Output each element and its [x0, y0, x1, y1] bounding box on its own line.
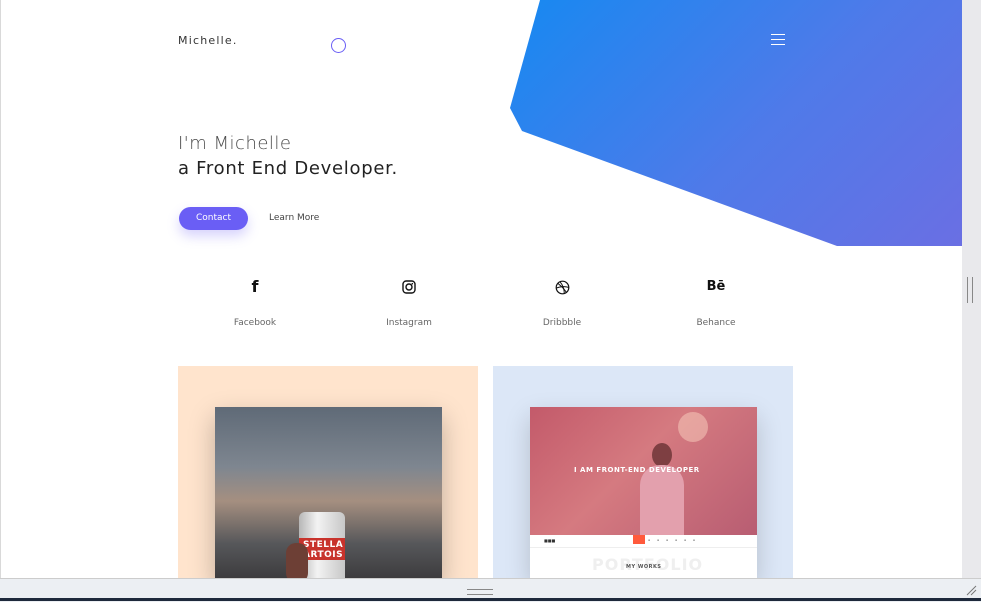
social-facebook[interactable]: f Facebook: [195, 277, 315, 329]
project-photo-image: STELLA ARTOIS: [215, 407, 442, 578]
vertical-resize-grip[interactable]: [967, 277, 973, 303]
resize-corner-icon[interactable]: [966, 585, 977, 596]
hand-image: [286, 543, 308, 578]
instagram-icon: [349, 278, 469, 296]
social-label: Facebook: [233, 318, 277, 328]
contact-button[interactable]: Contact: [179, 207, 248, 230]
portfolio-nav-bar: ■■■ ▪ ▪ ▪ ▪ ▪ ▪: [530, 535, 757, 548]
hero-greeting: I'm Michelle: [178, 133, 292, 154]
circle-cursor-icon: [331, 38, 346, 53]
social-label: Instagram: [386, 318, 432, 328]
social-dribbble[interactable]: Dribbble: [502, 278, 622, 328]
facebook-icon: f: [251, 277, 259, 296]
social-label: Behance: [696, 318, 736, 328]
brand-logo[interactable]: Michelle.: [178, 34, 238, 47]
social-behance[interactable]: Bē Behance: [656, 278, 776, 328]
learn-more-link[interactable]: Learn More: [269, 213, 319, 223]
portfolio-nav-items: ▪ ▪ ▪ ▪ ▪ ▪: [648, 538, 698, 542]
horizontal-resize-grip[interactable]: [467, 589, 493, 595]
social-instagram[interactable]: Instagram: [349, 278, 469, 328]
hero-gradient-shape: [510, 0, 962, 246]
social-label: Dribbble: [542, 318, 582, 328]
hero-title: a Front End Developer.: [178, 158, 398, 179]
page-viewport: Michelle. I'm Michelle a Front End Devel…: [0, 0, 962, 578]
portfolio-section-label: MY WORKS: [626, 564, 662, 570]
dribbble-icon: [502, 278, 622, 296]
project-card-portfolio[interactable]: I AM FRONT-END DEVELOPER ■■■ ▪ ▪ ▪ ▪ ▪ ▪…: [493, 366, 793, 578]
project-card-photo[interactable]: STELLA ARTOIS: [178, 366, 478, 578]
behance-icon: Bē: [706, 279, 726, 294]
portfolio-screenshot-image: I AM FRONT-END DEVELOPER ■■■ ▪ ▪ ▪ ▪ ▪ ▪…: [530, 407, 757, 578]
hamburger-menu-icon[interactable]: [771, 33, 785, 46]
portfolio-hero-image: I AM FRONT-END DEVELOPER: [530, 407, 757, 535]
portfolio-logo: ■■■: [544, 538, 556, 543]
portfolio-nav-active: [633, 535, 645, 544]
portfolio-hero-title: I AM FRONT-END DEVELOPER: [574, 466, 700, 474]
